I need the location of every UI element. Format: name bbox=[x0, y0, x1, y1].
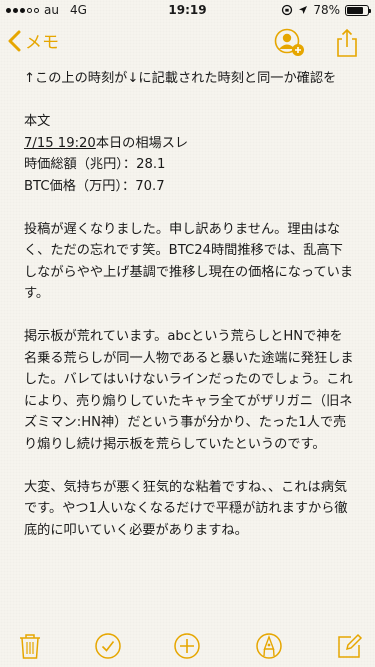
battery-level bbox=[347, 6, 363, 14]
navigation-bar: メモ bbox=[0, 20, 375, 64]
trash-icon bbox=[20, 634, 40, 659]
note-paragraph: 掲示板が荒れています。abcという荒らしとHNで神を名乗る荒らしが同一人物である… bbox=[24, 329, 354, 452]
note-date-link[interactable]: 7/15 19:20 bbox=[24, 136, 96, 151]
note-paragraph: 投稿が遅くなりました。申し訳ありません。理由はなく、ただの忘れです笑。BTC24… bbox=[24, 221, 354, 302]
note-line: 本文 bbox=[24, 114, 51, 129]
back-button[interactable]: メモ bbox=[8, 28, 59, 53]
pen-circle-icon bbox=[256, 633, 282, 659]
location-arrow-icon bbox=[299, 6, 308, 14]
back-button-label: メモ bbox=[25, 33, 59, 53]
note-line: 時価総額（兆円）：28.1 bbox=[24, 157, 166, 172]
compose-button[interactable] bbox=[335, 632, 363, 660]
share-icon bbox=[337, 28, 357, 57]
add-person-button[interactable] bbox=[273, 28, 307, 58]
add-item-button[interactable] bbox=[173, 632, 201, 660]
note-body[interactable]: ↑この上の時刻が↓に記載された時刻と同一か確認を 本文 7/15 19:20本日… bbox=[24, 68, 354, 541]
note-line: 7/15 19:20本日の相場スレ bbox=[24, 133, 354, 155]
checkmark-circle-icon bbox=[95, 633, 121, 659]
share-button[interactable] bbox=[335, 28, 359, 58]
battery-percent: 78% bbox=[313, 3, 340, 17]
note-paragraph: 大変、気持ちが悪く狂気的な粘着ですね、、これは病気です。やつ1人いなくなるだけで… bbox=[24, 479, 348, 538]
note-line: BTC価格（万円）：70.7 bbox=[24, 178, 165, 194]
bottom-toolbar bbox=[0, 626, 375, 666]
note-line: ↑この上の時刻が↓に記載された時刻と同一か確認を bbox=[24, 71, 337, 86]
compose-icon bbox=[338, 633, 363, 658]
rotation-lock-icon bbox=[282, 4, 293, 16]
status-bar: au 4G 19:19 78% bbox=[0, 0, 375, 20]
plus-circle-icon bbox=[174, 633, 200, 659]
chevron-left-icon bbox=[8, 30, 21, 51]
note-line-text: 本日の相場スレ bbox=[95, 135, 189, 151]
add-person-icon bbox=[274, 28, 304, 56]
delete-button[interactable] bbox=[16, 632, 44, 660]
markup-button[interactable] bbox=[255, 632, 283, 660]
battery-icon bbox=[345, 4, 371, 16]
checklist-button[interactable] bbox=[94, 632, 122, 660]
status-right: 78% bbox=[281, 3, 371, 17]
